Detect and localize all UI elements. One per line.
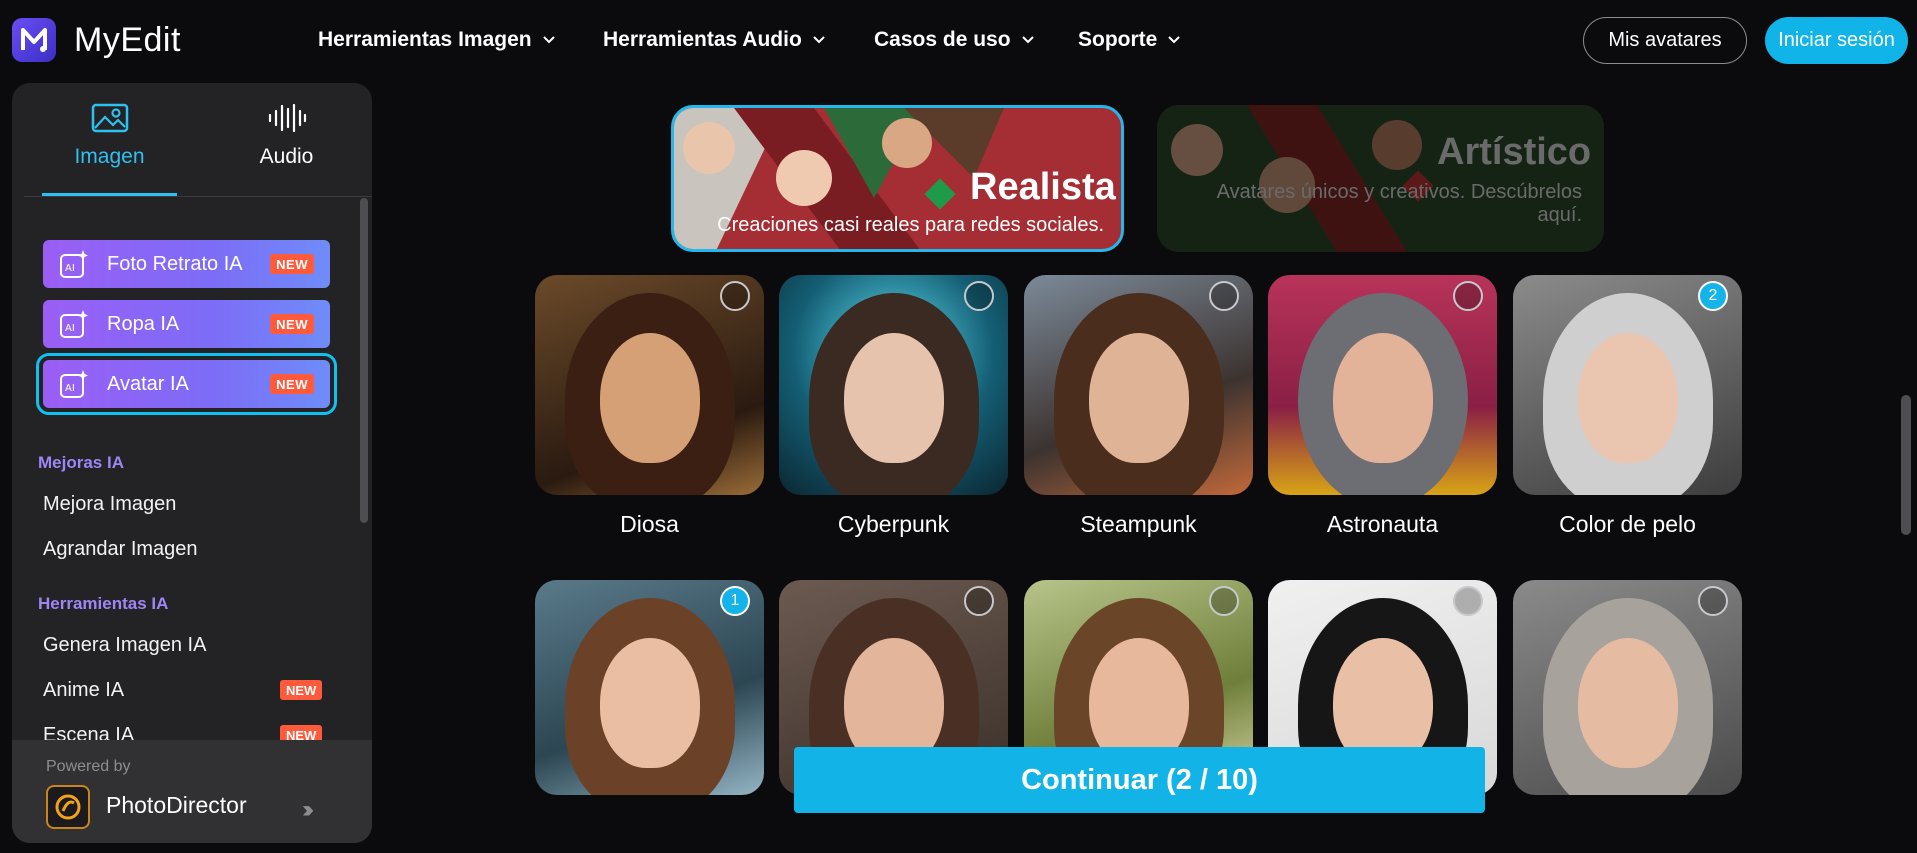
style-thumbnail bbox=[1268, 275, 1497, 495]
nav-soporte[interactable]: Soporte bbox=[1078, 28, 1181, 52]
nav-label: Herramientas Audio bbox=[603, 28, 802, 51]
style-label: Diosa bbox=[620, 511, 679, 537]
my-avatars-button[interactable]: Mis avatares bbox=[1583, 17, 1747, 64]
sidebar-item-label: Ropa IA bbox=[107, 312, 180, 335]
style-label: Steampunk bbox=[1080, 511, 1197, 537]
select-checkbox[interactable] bbox=[1209, 586, 1239, 616]
ai-sparkle-icon: AI bbox=[60, 370, 88, 398]
image-icon bbox=[91, 103, 128, 133]
new-badge: NEW bbox=[270, 314, 314, 334]
sidebar-tabs: Imagen Audio bbox=[12, 83, 372, 197]
sidebar-item-foto-retrato-ia[interactable]: AI Foto Retrato IA NEW bbox=[43, 240, 330, 288]
new-badge: NEW bbox=[270, 374, 314, 394]
brand-logo[interactable]: MyEdit bbox=[12, 18, 181, 62]
banner-subtitle: Creaciones casi reales para redes social… bbox=[717, 214, 1104, 236]
sidebar-item-anime-ia[interactable]: Anime IA bbox=[43, 679, 124, 702]
chevron-down-icon bbox=[813, 36, 825, 44]
select-checkbox[interactable] bbox=[720, 281, 750, 311]
style-thumbnail bbox=[779, 275, 1008, 495]
powered-by-label: Powered by bbox=[46, 758, 131, 775]
brand-name: MyEdit bbox=[74, 20, 181, 59]
sidebar-item-ropa-ia[interactable]: AI Ropa IA NEW bbox=[43, 300, 330, 348]
style-card-astronauta[interactable]: Astronauta bbox=[1268, 275, 1497, 538]
top-header: MyEdit Herramientas Imagen Herramientas … bbox=[0, 0, 1917, 82]
style-card-cyberpunk[interactable]: Cyberpunk bbox=[779, 275, 1008, 538]
style-banner-artistico[interactable]: Artístico Avatares únicos y creativos. D… bbox=[1157, 105, 1604, 252]
style-card[interactable] bbox=[1513, 580, 1742, 795]
tab-audio[interactable]: Audio bbox=[219, 103, 354, 193]
style-thumbnail bbox=[535, 275, 764, 495]
tab-imagen[interactable]: Imagen bbox=[42, 103, 177, 193]
sidebar-item-label: Avatar IA bbox=[107, 372, 189, 395]
style-label: Color de pelo bbox=[1559, 511, 1696, 537]
sidebar-item-mejora-imagen[interactable]: Mejora Imagen bbox=[43, 493, 176, 516]
chevron-down-icon bbox=[1021, 36, 1034, 44]
section-heading-herramientas-ia: Herramientas IA bbox=[38, 594, 169, 613]
style-card-color-de-pelo[interactable]: 2 Color de pelo bbox=[1513, 275, 1742, 538]
style-card-diosa[interactable]: Diosa bbox=[535, 275, 764, 538]
select-checkbox[interactable] bbox=[1698, 586, 1728, 616]
select-checkbox[interactable]: 2 bbox=[1698, 281, 1728, 311]
page-scrollbar[interactable] bbox=[1901, 395, 1911, 535]
photodirector-name: PhotoDirector bbox=[106, 792, 247, 818]
select-checkbox[interactable]: 1 bbox=[720, 586, 750, 616]
sidebar-item-agrandar-imagen[interactable]: Agrandar Imagen bbox=[43, 538, 198, 561]
chevron-down-icon bbox=[542, 36, 555, 44]
continue-button[interactable]: Continuar (2 / 10) bbox=[794, 747, 1485, 813]
style-card[interactable]: 1 bbox=[535, 580, 764, 795]
banner-art bbox=[1157, 105, 1604, 252]
style-label: Astronauta bbox=[1326, 511, 1439, 537]
photodirector-logo-icon bbox=[46, 785, 90, 829]
tab-label: Imagen bbox=[74, 145, 145, 168]
sidebar-item-genera-imagen-ia[interactable]: Genera Imagen IA bbox=[43, 634, 206, 657]
nav-herramientas-imagen[interactable]: Herramientas Imagen bbox=[318, 28, 556, 52]
ai-sparkle-icon: AI bbox=[60, 250, 88, 278]
sidebar-item-label: Foto Retrato IA bbox=[107, 252, 243, 275]
svg-text:AI: AI bbox=[65, 263, 75, 274]
sidebar: Imagen Audio AI Foto Retrato IA NEW AI R… bbox=[12, 83, 372, 843]
nav-label: Soporte bbox=[1078, 28, 1158, 51]
sidebar-item-avatar-ia[interactable]: AI Avatar IA NEW bbox=[36, 353, 337, 415]
nav-casos-de-uso[interactable]: Casos de uso bbox=[874, 28, 1035, 52]
section-heading-mejoras-ia: Mejoras IA bbox=[38, 453, 124, 472]
banner-title: Realista bbox=[970, 166, 1116, 208]
select-checkbox[interactable] bbox=[964, 586, 994, 616]
svg-text:AI: AI bbox=[65, 383, 75, 394]
new-badge: NEW bbox=[280, 680, 323, 700]
tab-label: Audio bbox=[259, 145, 314, 168]
style-thumbnail: 2 bbox=[1513, 275, 1742, 495]
banner-title: Artístico bbox=[1437, 131, 1592, 173]
select-checkbox[interactable] bbox=[1453, 586, 1483, 616]
style-thumbnail: 1 bbox=[535, 580, 764, 795]
nav-label: Casos de uso bbox=[874, 28, 1011, 51]
powered-by-panel[interactable]: Powered by PhotoDirector ››› bbox=[12, 740, 372, 843]
style-card-steampunk[interactable]: Steampunk bbox=[1024, 275, 1253, 538]
select-checkbox[interactable] bbox=[1453, 281, 1483, 311]
select-checkbox[interactable] bbox=[964, 281, 994, 311]
new-badge: NEW bbox=[270, 254, 314, 274]
divider bbox=[24, 196, 372, 197]
chevron-down-icon bbox=[1168, 36, 1181, 44]
login-button[interactable]: Iniciar sesión bbox=[1765, 17, 1908, 64]
sidebar-scrollbar[interactable] bbox=[360, 198, 368, 523]
style-thumbnail bbox=[1024, 275, 1253, 495]
chevrons-right-icon: ››› bbox=[302, 796, 314, 823]
style-thumbnail bbox=[1513, 580, 1742, 795]
svg-text:AI: AI bbox=[65, 323, 75, 334]
myedit-logo-icon bbox=[12, 18, 56, 62]
select-checkbox[interactable] bbox=[1209, 281, 1239, 311]
style-label: Cyberpunk bbox=[837, 511, 950, 537]
nav-herramientas-audio[interactable]: Herramientas Audio bbox=[603, 28, 826, 52]
banner-subtitle: Avatares únicos y creativos. Descúbrelos… bbox=[1216, 181, 1582, 226]
waveform-icon bbox=[268, 103, 306, 133]
ai-sparkle-icon: AI bbox=[60, 310, 88, 338]
nav-label: Herramientas Imagen bbox=[318, 28, 532, 51]
style-banner-realista[interactable]: Realista Creaciones casi reales para red… bbox=[671, 105, 1124, 252]
